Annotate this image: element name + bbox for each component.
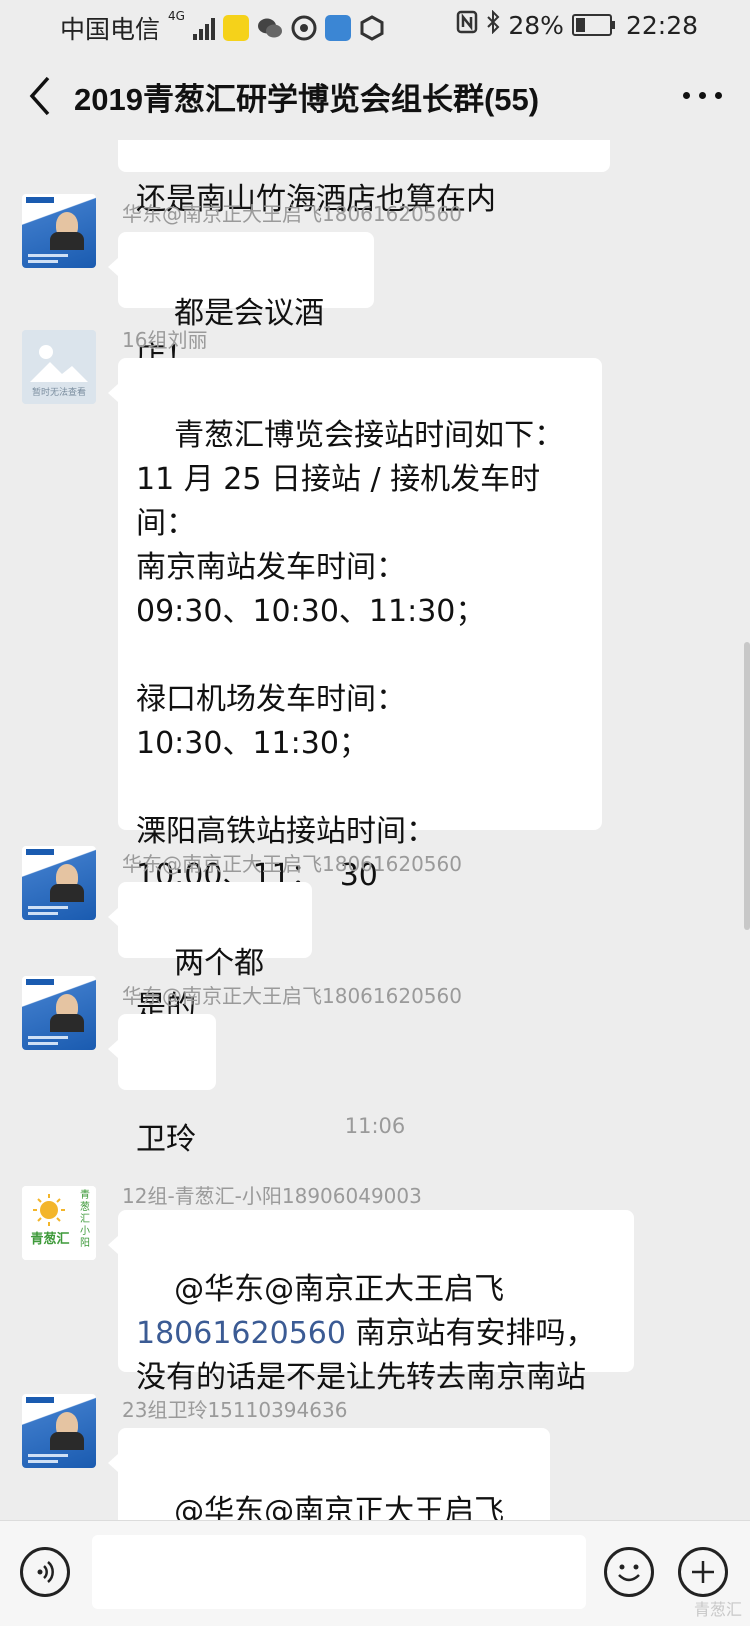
message-text: @华东@南京正大王启飞 [174,1494,505,1520]
app-icon [291,15,317,41]
signal-icon [192,16,215,40]
message-bubble[interactable]: @华东@南京正大王启飞 [108,1428,550,1520]
sender-name: 华东@南京正大王启飞18061620560 [122,202,462,226]
avatar[interactable] [22,194,96,268]
sender-name: 16组刘丽 [122,328,208,352]
phone-link[interactable]: 18061620560 [136,1316,346,1351]
avatar-logo-text: 青葱汇 [30,1232,70,1247]
message-bubble[interactable]: 青葱汇博览会接站时间如下： 11 月 25 日接站 / 接机发车时间： 南京南站… [108,358,602,893]
chat-header: 2019青葱汇研学博览会组长群(55) [0,52,750,140]
message-bubble[interactable]: 还是南山竹海酒店也算在内 [118,140,610,217]
avatar[interactable]: 青葱汇 青葱汇小阳 [22,1186,96,1260]
reading-app-icon [222,15,249,41]
avatar-side-text: 青葱汇小阳 [80,1190,90,1249]
battery-percent: 28% [508,10,564,40]
timestamp: 11:06 [344,1114,406,1138]
plus-icon[interactable] [678,1547,728,1597]
avatar[interactable] [22,976,96,1050]
sender-name: 12组-青葱汇-小阳18906049003 [122,1184,422,1208]
message-text: 青葱汇博览会接站时间如下： 11 月 25 日接站 / 接机发车时间： 南京南站… [136,418,565,893]
wechat-icon [257,15,283,41]
message-bubble[interactable]: 都是会议酒店！ [108,232,374,375]
carrier-label: 中国电信 [60,15,161,44]
nfc-icon [456,10,478,40]
voice-icon[interactable] [20,1547,70,1597]
sender-name: 华东@南京正大王启飞18061620560 [122,852,462,876]
avatar[interactable] [22,846,96,920]
status-right: 28% 22:28 [456,9,698,40]
chevron-left-icon[interactable] [22,72,62,120]
message-list[interactable]: 还是南山竹海酒店也算在内 华东@南京正大王启飞18061620560 都是会议酒… [0,140,750,1520]
message-bubble[interactable]: 卫玲 [108,1014,216,1157]
message-bubble[interactable]: 两个都是的 [108,882,312,1025]
watermark: 青葱汇 [693,1600,742,1619]
emoji-icon[interactable] [604,1547,654,1597]
avatar[interactable] [22,1394,96,1468]
network-type: 4G [168,9,185,23]
settings-app-icon [359,15,385,41]
sender-name: 华东@南京正大王启飞18061620560 [122,984,462,1008]
status-bar: 中国电信 4G 28% 22:28 [0,0,750,52]
message-text: @华东@南京正大王启飞 [174,1272,505,1307]
avatar-caption: 暂时无法查看 [31,388,86,398]
status-left: 中国电信 4G [60,10,385,46]
sender-name: 23组卫玲15110394636 [122,1398,348,1422]
bluetooth-icon [486,9,500,40]
input-bar: 青葱汇 [0,1520,750,1626]
message-bubble[interactable]: @华东@南京正大王启飞 18061620560 南京站有安排吗，没有的话是不是让… [108,1210,634,1395]
battery-icon [571,14,615,36]
cloud-app-icon [324,15,351,41]
scrollbar[interactable] [744,642,750,930]
page-title: 2019青葱汇研学博览会组长群(55) [74,82,540,117]
avatar[interactable]: 暂时无法查看 [22,330,96,404]
message-input[interactable] [92,1535,586,1609]
more-dots-icon[interactable] [683,92,722,99]
clock: 22:28 [625,10,698,40]
